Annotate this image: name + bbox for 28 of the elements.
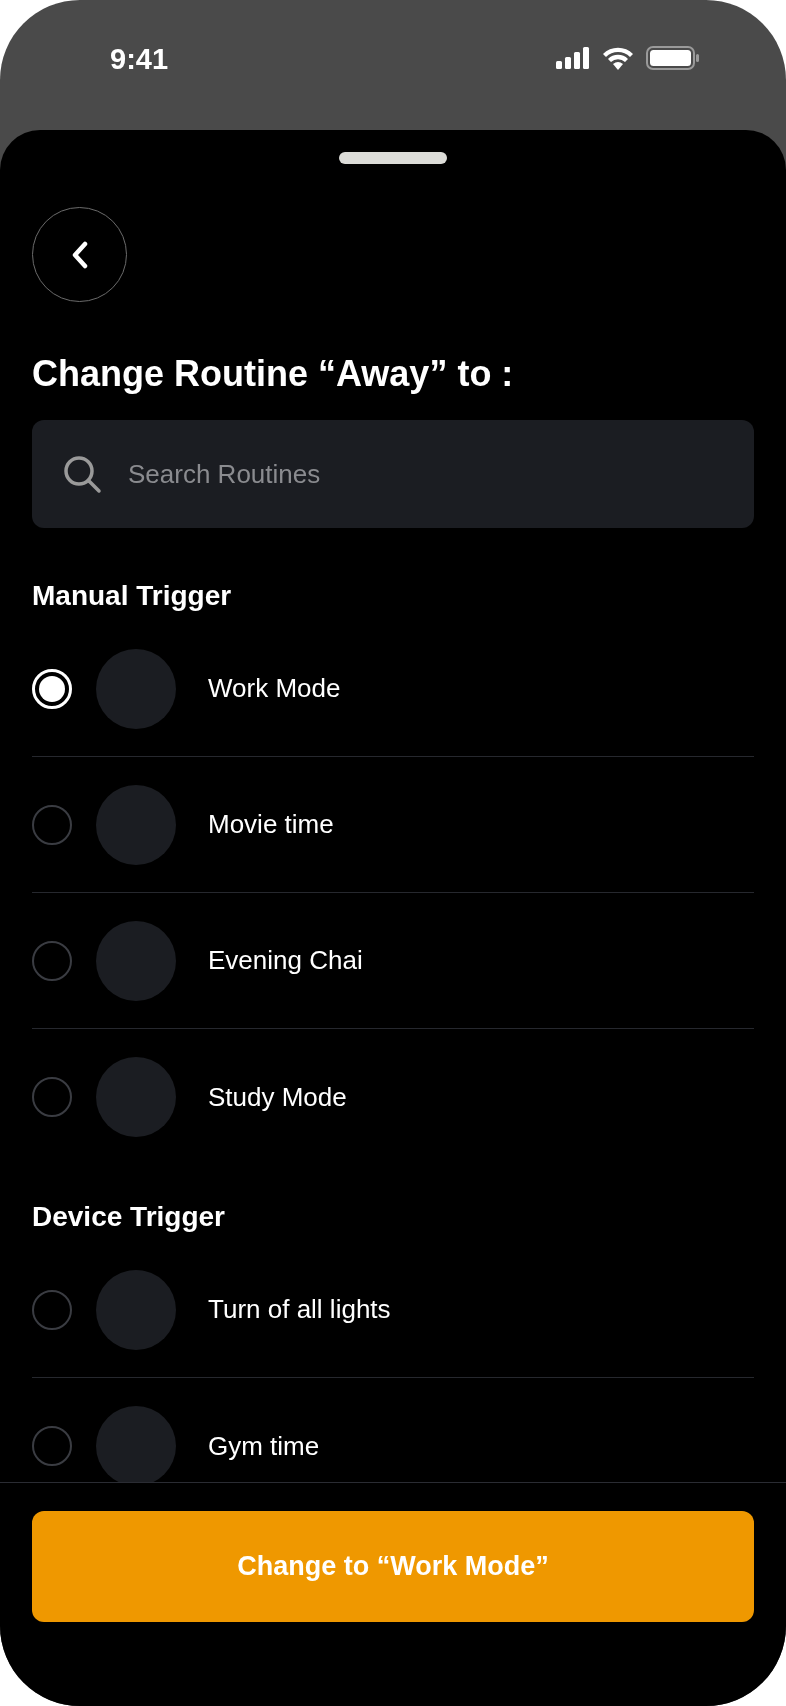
routine-label: Work Mode	[208, 672, 341, 705]
radio-button[interactable]	[32, 940, 72, 981]
routine-row[interactable]: Study Mode	[32, 1029, 754, 1165]
routine-label: Study Mode	[208, 1080, 347, 1114]
radio-button[interactable]	[32, 1289, 72, 1330]
routine-row[interactable]: Movie time	[32, 757, 754, 893]
section-heading: Device Trigger	[32, 1200, 226, 1234]
drag-handle[interactable]	[339, 152, 447, 164]
radio-button[interactable]	[32, 1426, 72, 1466]
routine-row[interactable]: Work Mode	[32, 621, 754, 757]
routine-row[interactable]: Evening Chai	[32, 893, 754, 1029]
radio-button[interactable]	[32, 804, 72, 845]
routine-label: Turn of all lights	[208, 1293, 391, 1326]
routine-label: Gym time	[208, 1429, 320, 1463]
signal-icon	[556, 47, 590, 69]
back-icon	[70, 239, 89, 270]
radio-button[interactable]	[32, 1077, 72, 1117]
search-icon	[62, 454, 102, 494]
status-time: 9:41	[110, 42, 169, 77]
section-heading: Manual Trigger	[32, 579, 233, 613]
routine-row[interactable]: Turn of all lights	[32, 1242, 754, 1378]
search-field[interactable]: Search Routines	[32, 420, 754, 528]
routine-label: Movie time	[208, 808, 334, 841]
routine-row[interactable]: Gym time	[32, 1378, 754, 1482]
routine-label: Evening Chai	[208, 944, 363, 977]
wifi-icon	[602, 46, 634, 70]
page-title: Change Routine “Away” to :	[32, 352, 515, 396]
battery-icon	[646, 46, 700, 70]
